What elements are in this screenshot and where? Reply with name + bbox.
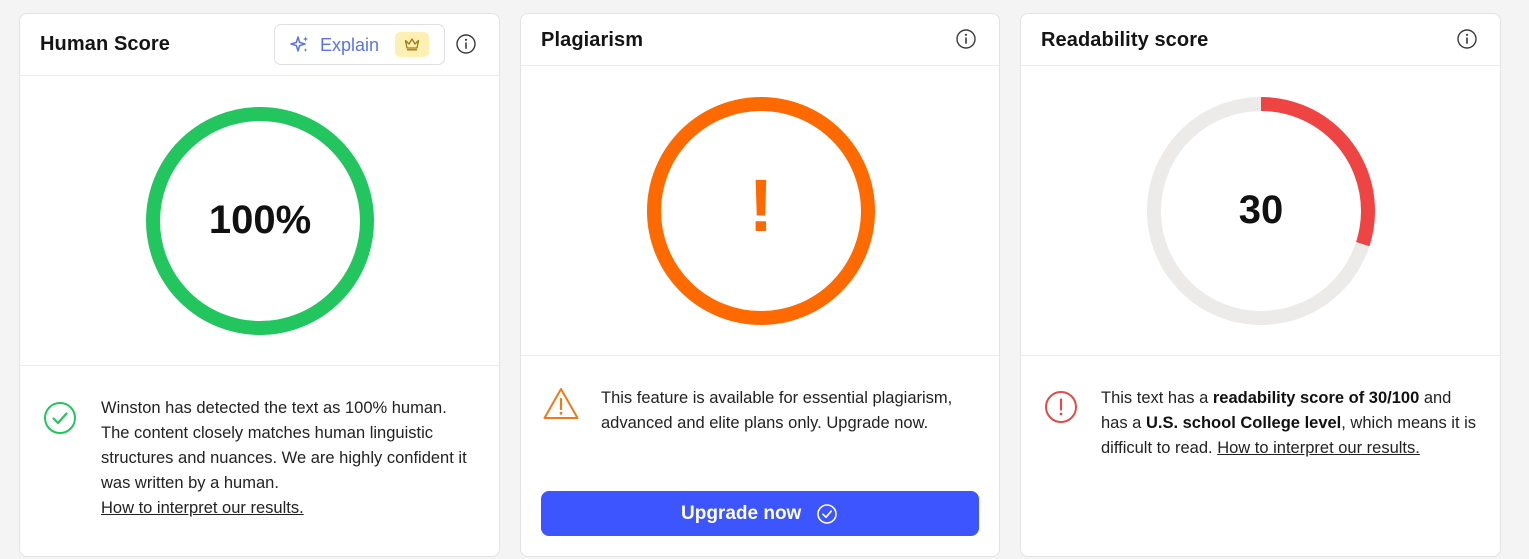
readability-header: Readability score — [1021, 14, 1500, 66]
divider — [521, 355, 999, 356]
upgrade-now-button[interactable]: Upgrade now — [541, 491, 979, 536]
readability-card: Readability score 30 This text has a rea… — [1020, 13, 1501, 557]
alert-circle-icon — [1045, 391, 1077, 423]
plagiarism-gauge: ! — [646, 96, 876, 326]
human-score-gauge: 100% — [145, 106, 375, 336]
human-score-title: Human Score — [40, 33, 171, 55]
interpret-results-link[interactable]: How to interpret our results. — [101, 499, 304, 517]
divider — [1021, 355, 1500, 356]
human-score-message-text: Winston has detected the text as 100% hu… — [101, 399, 467, 492]
plagiarism-alert-mark: ! — [748, 164, 774, 247]
readability-message-prefix: This text has a — [1101, 389, 1213, 407]
readability-value: 30 — [1238, 188, 1284, 232]
interpret-results-link[interactable]: How to interpret our results. — [1217, 439, 1420, 457]
plagiarism-header: Plagiarism — [521, 14, 999, 66]
plagiarism-card: Plagiarism ! This feature is available f… — [520, 13, 1000, 557]
explain-label: Explain — [320, 35, 380, 55]
readability-score-bold: readability score of 30/100 — [1212, 389, 1420, 407]
crown-icon — [404, 38, 420, 51]
info-icon[interactable] — [1456, 28, 1478, 50]
explain-button[interactable]: Explain — [274, 24, 445, 65]
info-icon[interactable] — [455, 33, 477, 55]
sparkle-icon — [290, 36, 308, 52]
human-score-header: Human Score Explain — [20, 14, 499, 76]
readability-title: Readability score — [1041, 29, 1209, 51]
warning-triangle-icon — [543, 388, 579, 419]
upgrade-now-label: Upgrade now — [681, 503, 802, 524]
readability-level-bold: U.S. school College level — [1145, 414, 1342, 432]
check-circle-icon — [817, 504, 837, 524]
divider — [20, 365, 499, 366]
human-score-card: Human Score Explain 100% Winston has det… — [19, 13, 500, 557]
premium-badge — [395, 32, 429, 57]
check-circle-icon — [44, 402, 76, 434]
plagiarism-message: This feature is available for essential … — [601, 389, 953, 432]
readability-gauge: 30 — [1146, 96, 1376, 326]
human-score-message: Winston has detected the text as 100% hu… — [101, 396, 479, 521]
plagiarism-title: Plagiarism — [541, 29, 644, 51]
human-score-value: 100% — [208, 198, 312, 242]
info-icon[interactable] — [955, 28, 977, 50]
readability-message: This text has a readability score of 30/… — [1101, 386, 1481, 461]
